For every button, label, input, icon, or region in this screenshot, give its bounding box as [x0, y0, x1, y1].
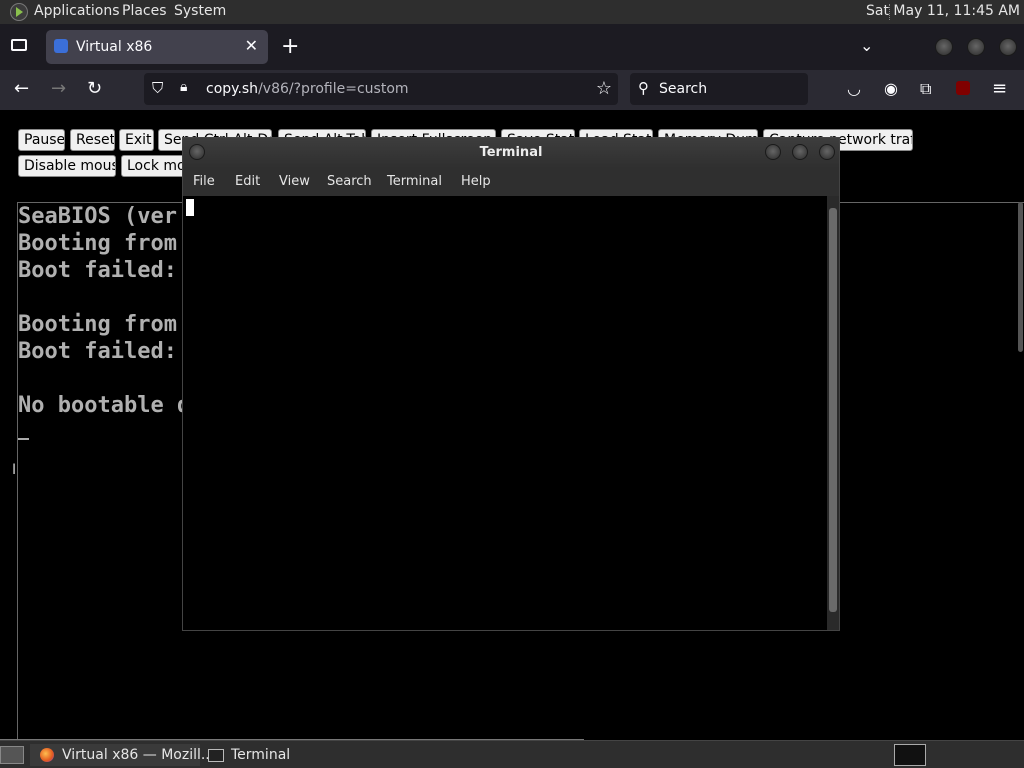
i-beam-cursor-icon: I: [12, 462, 17, 478]
search-bar[interactable]: ⚲ Search: [630, 73, 808, 105]
pause-button[interactable]: Pause: [18, 129, 65, 151]
url-path: /v86/?profile=custom: [258, 81, 409, 97]
menu-hamburger-icon[interactable]: ≡: [992, 78, 1007, 99]
bookmark-star-icon[interactable]: ☆: [596, 78, 612, 99]
bios-line: Booting from: [18, 312, 177, 337]
terminal-minimize-button[interactable]: [765, 144, 781, 160]
close-window-button[interactable]: [999, 38, 1017, 56]
exit-button[interactable]: Exit: [119, 129, 154, 151]
forward-icon[interactable]: →: [51, 78, 66, 99]
terminal-window[interactable]: Terminal File Edit View Search Terminal …: [182, 137, 840, 631]
close-tab-icon[interactable]: ✕: [245, 36, 258, 55]
url-bar[interactable]: ⛉ 🔒︎ copy.sh/v86/?profile=custom ☆: [144, 73, 618, 105]
terminal-title: Terminal: [479, 145, 543, 160]
menu-system[interactable]: System: [174, 3, 226, 19]
bios-line: Booting from: [18, 231, 177, 256]
extensions-icon[interactable]: ⧉: [920, 79, 931, 99]
tab-title: Virtual x86: [76, 39, 153, 55]
account-icon[interactable]: ◉: [884, 79, 898, 98]
lock-icon[interactable]: 🔒︎: [180, 79, 187, 95]
menu-places[interactable]: Places: [122, 3, 167, 19]
tab-list-icon[interactable]: [11, 39, 27, 51]
terminal-icon: [208, 749, 224, 762]
top-panel: Applications Places System Sat May 11, 1…: [0, 0, 1024, 24]
search-icon: ⚲: [638, 79, 649, 97]
terminal-close-button[interactable]: [819, 144, 835, 160]
bios-line: Boot failed:: [18, 339, 177, 364]
pocket-icon[interactable]: ◡: [847, 79, 861, 98]
v86-favicon-icon: [54, 39, 68, 53]
bios-line: Boot failed:: [18, 258, 177, 283]
bios-line: No bootable d: [18, 393, 191, 418]
bios-text-cursor: [18, 438, 29, 440]
terminal-maximize-button[interactable]: [792, 144, 808, 160]
terminal-menu-search[interactable]: Search: [327, 174, 372, 189]
url-host: copy.sh: [206, 81, 259, 97]
terminal-menubar: File Edit View Search Terminal Help: [183, 168, 839, 196]
terminal-menu-view[interactable]: View: [279, 174, 310, 189]
terminal-cursor: [186, 199, 194, 216]
terminal-scrollbar[interactable]: [827, 196, 839, 630]
terminal-menu-edit[interactable]: Edit: [235, 174, 260, 189]
shield-icon[interactable]: ⛉: [152, 79, 163, 97]
bottom-panel: Virtual x86 — Mozill... Terminal: [0, 740, 1024, 768]
reset-button[interactable]: Reset: [70, 129, 115, 151]
terminal-body[interactable]: [183, 196, 825, 630]
back-icon[interactable]: ←: [14, 78, 29, 99]
clock[interactable]: Sat May 11, 11:45 AM: [866, 3, 1020, 19]
page-scrollbar[interactable]: [1018, 202, 1023, 352]
task-terminal-label[interactable]: Terminal: [231, 744, 290, 766]
task-firefox-label[interactable]: Virtual x86 — Mozill...: [62, 744, 214, 766]
terminal-scrollbar-thumb[interactable]: [829, 208, 837, 612]
terminal-menu-file[interactable]: File: [193, 174, 215, 189]
chevron-down-icon[interactable]: ⌄: [860, 36, 873, 55]
show-desktop-icon[interactable]: [0, 746, 24, 764]
reload-icon[interactable]: ↻: [87, 78, 102, 99]
search-placeholder: Search: [659, 81, 708, 97]
terminal-menu-help[interactable]: Help: [461, 174, 491, 189]
new-tab-icon[interactable]: +: [281, 34, 299, 59]
menu-applications[interactable]: Applications: [34, 3, 120, 19]
disable-mouse-button[interactable]: Disable mouse: [18, 155, 116, 177]
applications-logo-icon[interactable]: [10, 3, 28, 21]
bios-line: SeaBIOS (ver: [18, 204, 177, 229]
firefox-icon: [40, 748, 54, 762]
workspace-switcher[interactable]: [894, 744, 926, 766]
minimize-window-button[interactable]: [935, 38, 953, 56]
url-text[interactable]: copy.sh/v86/?profile=custom: [206, 81, 409, 97]
tab-virtual-x86[interactable]: Virtual x86 ✕: [46, 30, 268, 64]
ublock-icon[interactable]: [956, 81, 970, 95]
terminal-menu-terminal[interactable]: Terminal: [387, 174, 442, 189]
maximize-window-button[interactable]: [967, 38, 985, 56]
terminal-titlebar[interactable]: Terminal: [183, 138, 839, 168]
